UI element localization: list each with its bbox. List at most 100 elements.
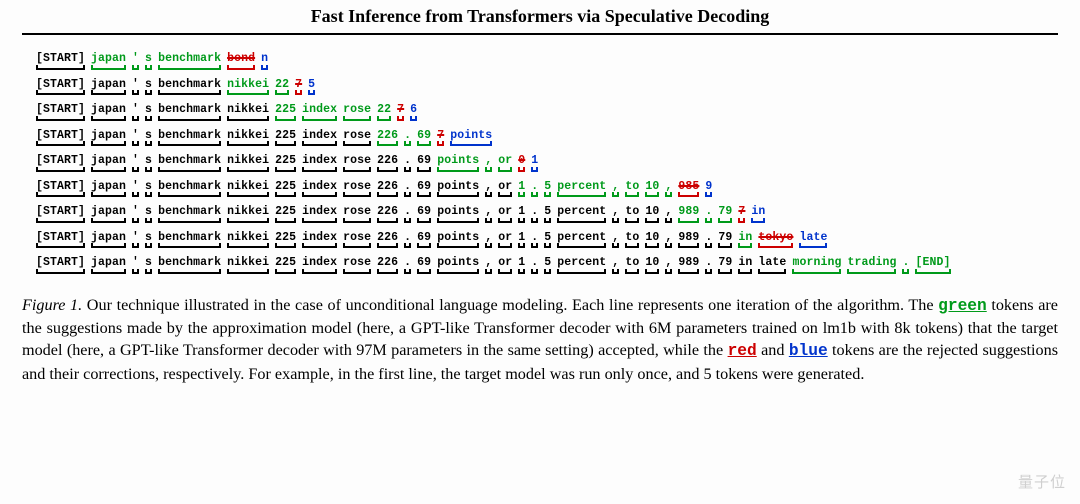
token: or (498, 206, 512, 221)
token: , (485, 232, 492, 247)
token: . (705, 232, 712, 247)
token: rose (343, 104, 371, 119)
token: 69 (417, 232, 431, 247)
token: index (302, 181, 337, 196)
token: japan (91, 130, 126, 145)
token: index (302, 130, 337, 145)
token: 225 (275, 206, 296, 221)
token: benchmark (158, 257, 221, 272)
token: , (612, 181, 619, 196)
token: rose (343, 257, 371, 272)
token: 226 (377, 206, 398, 221)
token: 79 (718, 232, 732, 247)
decode-line-2: [START]japan'sbenchmarknikkei225indexros… (36, 104, 1058, 119)
token: , (665, 206, 672, 221)
watermark: 量子位 (1018, 471, 1066, 492)
token: nikkei (227, 206, 269, 221)
token: . (531, 206, 538, 221)
token: 10 (645, 206, 659, 221)
token: 226 (377, 181, 398, 196)
token: morning (792, 257, 841, 272)
token: nikkei (227, 79, 269, 94)
token: bond (227, 53, 255, 68)
token: , (612, 257, 619, 272)
token: ' (132, 155, 139, 170)
token: japan (91, 181, 126, 196)
token: or (498, 232, 512, 247)
token: index (302, 232, 337, 247)
token: . (404, 232, 411, 247)
token: , (485, 155, 492, 170)
token: percent (557, 181, 606, 196)
token: . (705, 257, 712, 272)
token: japan (91, 104, 126, 119)
red-label: red (728, 342, 757, 360)
token: in (738, 232, 752, 247)
token: ' (132, 104, 139, 119)
token: . (902, 257, 909, 272)
token: 5 (544, 232, 551, 247)
token: , (612, 232, 619, 247)
token: rose (343, 155, 371, 170)
token: ' (132, 53, 139, 68)
token: japan (91, 257, 126, 272)
token: points (437, 155, 479, 170)
token: nikkei (227, 155, 269, 170)
token: 7 (397, 104, 404, 119)
token: 225 (275, 104, 296, 119)
token: index (302, 257, 337, 272)
token: ' (132, 79, 139, 94)
token: 79 (718, 206, 732, 221)
token: , (665, 232, 672, 247)
token: [START] (36, 155, 85, 170)
token: . (531, 181, 538, 196)
token: 7 (295, 79, 302, 94)
token: 985 (678, 181, 699, 196)
token: points (450, 130, 492, 145)
token: . (531, 257, 538, 272)
token: [START] (36, 130, 85, 145)
paper-title: Fast Inference from Transformers via Spe… (22, 6, 1058, 35)
token: 226 (377, 130, 398, 145)
token: to (625, 206, 639, 221)
token: japan (91, 232, 126, 247)
token: to (625, 181, 639, 196)
token: 7 (738, 206, 745, 221)
token: to (625, 257, 639, 272)
token: 225 (275, 130, 296, 145)
token: index (302, 104, 337, 119)
token: , (665, 257, 672, 272)
token: 69 (417, 257, 431, 272)
token: 1 (518, 206, 525, 221)
token: benchmark (158, 104, 221, 119)
token: 69 (417, 155, 431, 170)
token: 9 (705, 181, 712, 196)
token: [START] (36, 53, 85, 68)
token: s (145, 232, 152, 247)
token: . (705, 206, 712, 221)
token: or (498, 181, 512, 196)
token: 5 (544, 181, 551, 196)
token: points (437, 181, 479, 196)
decode-line-7: [START]japan'sbenchmarknikkei225indexros… (36, 232, 1058, 247)
token: japan (91, 79, 126, 94)
token: japan (91, 155, 126, 170)
token: . (404, 155, 411, 170)
token: . (404, 257, 411, 272)
token: 225 (275, 181, 296, 196)
token: late (799, 232, 827, 247)
decode-line-3: [START]japan'sbenchmarknikkei225indexros… (36, 130, 1058, 145)
token: in (751, 206, 765, 221)
token: index (302, 206, 337, 221)
token: 226 (377, 257, 398, 272)
token: , (485, 206, 492, 221)
token: 0 (518, 155, 525, 170)
token: japan (91, 53, 126, 68)
token: ' (132, 257, 139, 272)
token: s (145, 53, 152, 68)
token: 226 (377, 155, 398, 170)
token: ' (132, 232, 139, 247)
token: percent (557, 257, 606, 272)
token: [START] (36, 104, 85, 119)
token: 10 (645, 181, 659, 196)
